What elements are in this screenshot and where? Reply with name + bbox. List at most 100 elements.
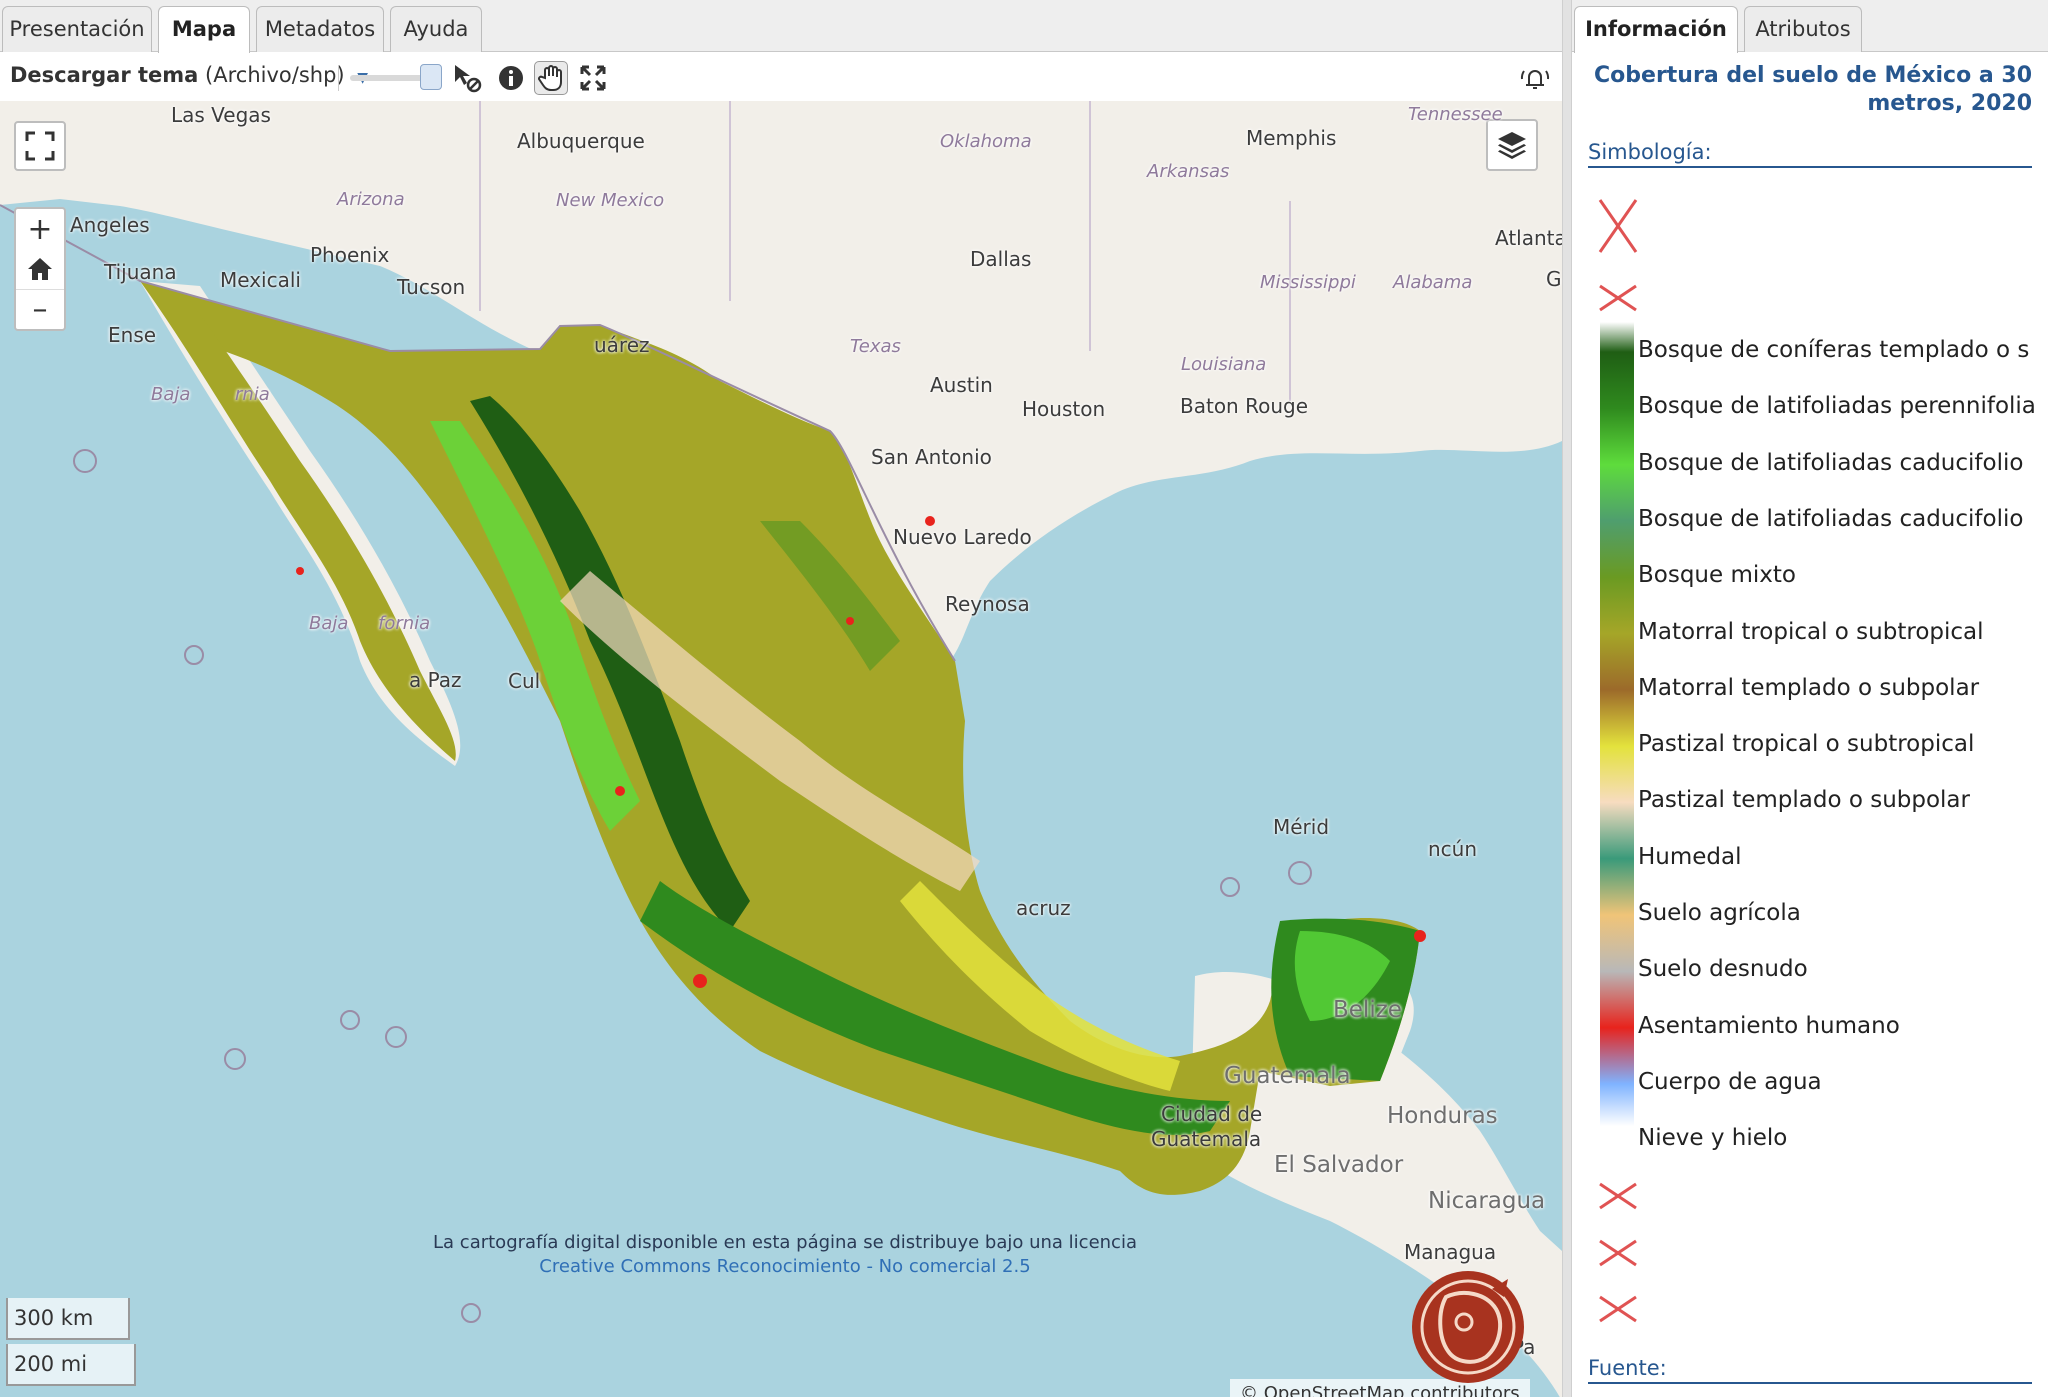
right-tab-bar: Información Atributos [1572,0,2048,53]
place-label: Guatemala [1224,1063,1351,1089]
tab-informacion[interactable]: Información [1574,6,1738,53]
app-window: Presentación Mapa Metadatos Ayuda Descar… [0,0,2048,1397]
legend-item: Bosque de coníferas templado o s [1638,337,2030,363]
legend-color-ramp [1600,322,1634,1126]
fullscreen-icon[interactable] [16,123,64,169]
info-icon[interactable] [494,61,528,95]
zoom-out-icon[interactable]: – [16,289,64,329]
info-panel: Información Atributos Cobertura del suel… [1572,0,2048,1397]
place-label: Arkansas [1147,161,1230,182]
license-text: La cartografía digital disponible en est… [433,1232,1137,1253]
symbology-heading: Simbología: [1588,140,2032,168]
clear-selection-icon[interactable] [450,61,484,95]
source-heading: Fuente: [1588,1356,2032,1384]
place-label: Louisiana [1181,354,1267,375]
home-icon[interactable] [16,249,64,289]
download-theme-dropdown[interactable]: Descargar tema (Archivo/shp) ▼ [10,63,368,87]
place-label: a Paz [409,668,462,692]
left-tab-bar: Presentación Mapa Metadatos Ayuda [0,0,1562,53]
legend-item: Nieve y hielo [1638,1125,1788,1152]
legend-item: Suelo desnudo [1638,956,1808,983]
fullscreen-control[interactable] [14,121,66,171]
basemap [0,101,1562,1397]
place-label: Oklahoma [940,131,1032,152]
download-format: (Archivo/shp) [205,63,345,87]
place-label: Mérid [1273,815,1330,839]
place-label: Nicaragua [1428,1188,1546,1214]
legend-item: Bosque de latifoliadas perennifolia [1638,393,2036,420]
license-notice: La cartografía digital disponible en est… [430,1231,1140,1279]
legend-item: Humedal [1638,843,1742,870]
zoom-in-icon[interactable]: + [16,209,64,249]
toolbar-separator [338,65,339,91]
place-label: New Mexico [556,190,665,211]
legend-item: Suelo agrícola [1638,900,1801,926]
layers-icon[interactable] [1486,119,1538,171]
empty-legend-x-icon [1596,1180,1640,1216]
place-label: El Salvador [1274,1152,1404,1178]
place-label: rnia [235,384,270,405]
place-label: uárez [594,333,650,357]
map-canvas[interactable]: + – Las Vegas Albuquerque Oklahoma Arkan… [0,101,1562,1397]
zoom-control: + – [14,207,66,331]
place-label: Ciudad de [1161,1102,1263,1126]
full-extent-icon[interactable] [576,61,610,95]
legend-item: Pastizal tropical o subtropical [1638,731,1975,758]
legend-item: Bosque de latifoliadas caducifolio [1638,449,2024,476]
place-label: Baja [309,613,349,634]
place-label: Houston [1022,397,1106,421]
place-label: Mexicali [220,268,301,292]
place-label: Mississippi [1260,272,1356,293]
tab-presentacion[interactable]: Presentación [2,6,152,52]
tab-metadatos[interactable]: Metadatos [256,6,384,52]
legend-item: Matorral tropical o subtropical [1638,618,1984,645]
place-label: Honduras [1387,1103,1498,1129]
place-label: Alabama [1393,272,1473,293]
ramp-gradient [1600,322,1634,1126]
panel-splitter[interactable] [1562,0,1572,1397]
place-label: Arizona [337,189,405,210]
empty-legend-x-icon [1596,1237,1640,1273]
empty-legend-x-icon [1596,196,1640,260]
place-label: G [1546,267,1562,291]
place-label: Dallas [970,247,1032,271]
empty-legend-x-icon [1596,282,1640,318]
place-label: Phoenix [310,243,390,267]
download-label: Descargar tema [10,63,199,87]
place-label: Tucson [397,275,466,299]
legend-item: Matorral templado o subpolar [1638,674,1980,701]
legend-item: Pastizal templado o subpolar [1638,787,1970,814]
legend-item: Cuerpo de agua [1638,1068,1822,1095]
place-label: Angeles [70,213,150,237]
place-label: Albuquerque [517,129,645,153]
tab-mapa[interactable]: Mapa [158,6,250,53]
alert-bell-icon[interactable] [1518,61,1552,95]
place-label: Tijuana [104,260,177,284]
place-label: Las Vegas [171,103,271,127]
legend-item: Asentamiento humano [1638,1012,1900,1039]
tab-ayuda[interactable]: Ayuda [390,6,482,52]
place-label: Memphis [1246,126,1337,150]
scale-mi: 200 mi [6,1344,136,1386]
place-label: ncún [1428,837,1478,861]
place-label: Managua [1404,1240,1497,1264]
place-label: Nuevo Laredo [893,525,1032,549]
place-label: Baton Rouge [1180,394,1308,418]
legend-item: Bosque de latifoliadas caducifolio [1638,505,2024,532]
place-label: Baja [151,384,191,405]
place-label: Texas [850,336,901,357]
pan-hand-icon[interactable] [534,61,568,95]
empty-legend-x-icon [1596,1293,1640,1329]
tab-atributos[interactable]: Atributos [1744,6,1862,52]
slider-handle[interactable] [420,64,442,90]
place-label: Reynosa [945,592,1030,616]
place-label: Belize [1333,997,1402,1023]
map-toolbar: Descargar tema (Archivo/shp) ▼ [0,53,1562,101]
license-link[interactable]: Creative Commons Reconocimiento - No com… [539,1256,1030,1277]
place-label: Cul [508,669,541,693]
opacity-slider[interactable] [350,64,442,90]
place-label: Tennessee [1408,104,1503,125]
scale-km: 300 km [6,1298,130,1340]
place-label: Ense [108,323,157,347]
place-label: Guatemala [1151,1127,1262,1151]
